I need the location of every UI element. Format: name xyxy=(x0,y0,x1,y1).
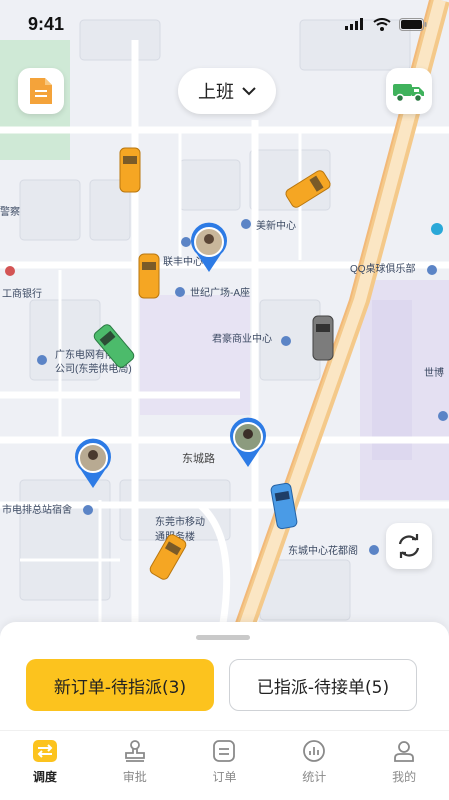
stamp-icon xyxy=(124,740,145,762)
tab-approval[interactable]: 审批 xyxy=(90,731,180,800)
poi-label: 东城中心花都阁 xyxy=(288,544,358,557)
tab-bar: 调度 审批 订单 统计 我的 xyxy=(0,730,449,800)
new-orders-button[interactable]: 新订单-待指派(3) xyxy=(26,659,214,711)
vehicle-taxi xyxy=(138,253,160,299)
dispatch-icon xyxy=(32,740,57,762)
poi-label: QQ桌球俱乐部 xyxy=(350,262,416,275)
vehicle-taxi xyxy=(119,147,141,193)
status-icons xyxy=(345,17,427,31)
chevron-down-icon xyxy=(242,86,256,95)
battery-icon xyxy=(399,17,427,31)
poi-label: 警察 xyxy=(0,205,20,218)
stats-icon xyxy=(303,740,326,762)
shift-label: 上班 xyxy=(198,82,234,103)
user-icon xyxy=(394,741,414,762)
tab-label: 订单 xyxy=(212,770,237,784)
poi-label: 美新中心 xyxy=(256,219,296,232)
poi-label: 世纪广场-A座 xyxy=(190,286,250,299)
poi-label: 君豪商业中心 xyxy=(212,332,272,345)
road-label-dongcheng: 东城路 xyxy=(182,452,215,465)
tab-profile[interactable]: 我的 xyxy=(359,731,449,800)
signal-icon xyxy=(345,18,363,30)
orders-button[interactable] xyxy=(18,68,64,114)
tab-label: 我的 xyxy=(392,770,417,784)
tab-label: 审批 xyxy=(122,770,147,784)
document-icon xyxy=(30,78,52,104)
bottom-sheet: 新订单-待指派(3) 已指派-待接单(5) xyxy=(0,622,449,730)
wifi-icon xyxy=(373,17,391,31)
sheet-drag-handle[interactable] xyxy=(196,635,250,640)
truck-icon xyxy=(393,84,424,103)
assigned-orders-button[interactable]: 已指派-待接单(5) xyxy=(229,659,417,711)
vehicle-gray xyxy=(312,315,334,361)
refresh-button[interactable] xyxy=(386,523,432,569)
status-time: 9:41 xyxy=(28,13,65,34)
tab-dispatch[interactable]: 调度 xyxy=(0,731,90,800)
tab-label: 统计 xyxy=(302,770,327,784)
vehicle-list-button[interactable] xyxy=(386,68,432,114)
refresh-icon xyxy=(398,534,420,558)
poi-label: 东莞市移动 xyxy=(155,515,205,528)
shift-selector[interactable]: 上班 xyxy=(178,68,276,114)
order-list-icon xyxy=(213,740,236,762)
poi-label: 世博 xyxy=(424,366,444,379)
tab-orders[interactable]: 订单 xyxy=(180,731,270,800)
tab-stats[interactable]: 统计 xyxy=(269,731,359,800)
poi-label: 市电排总站宿舍 xyxy=(2,503,72,516)
tab-label: 调度 xyxy=(32,770,57,784)
poi-label: 联丰中心 xyxy=(163,255,203,268)
status-bar: 9:41 xyxy=(0,0,449,48)
poi-label: 工商银行 xyxy=(2,287,42,300)
